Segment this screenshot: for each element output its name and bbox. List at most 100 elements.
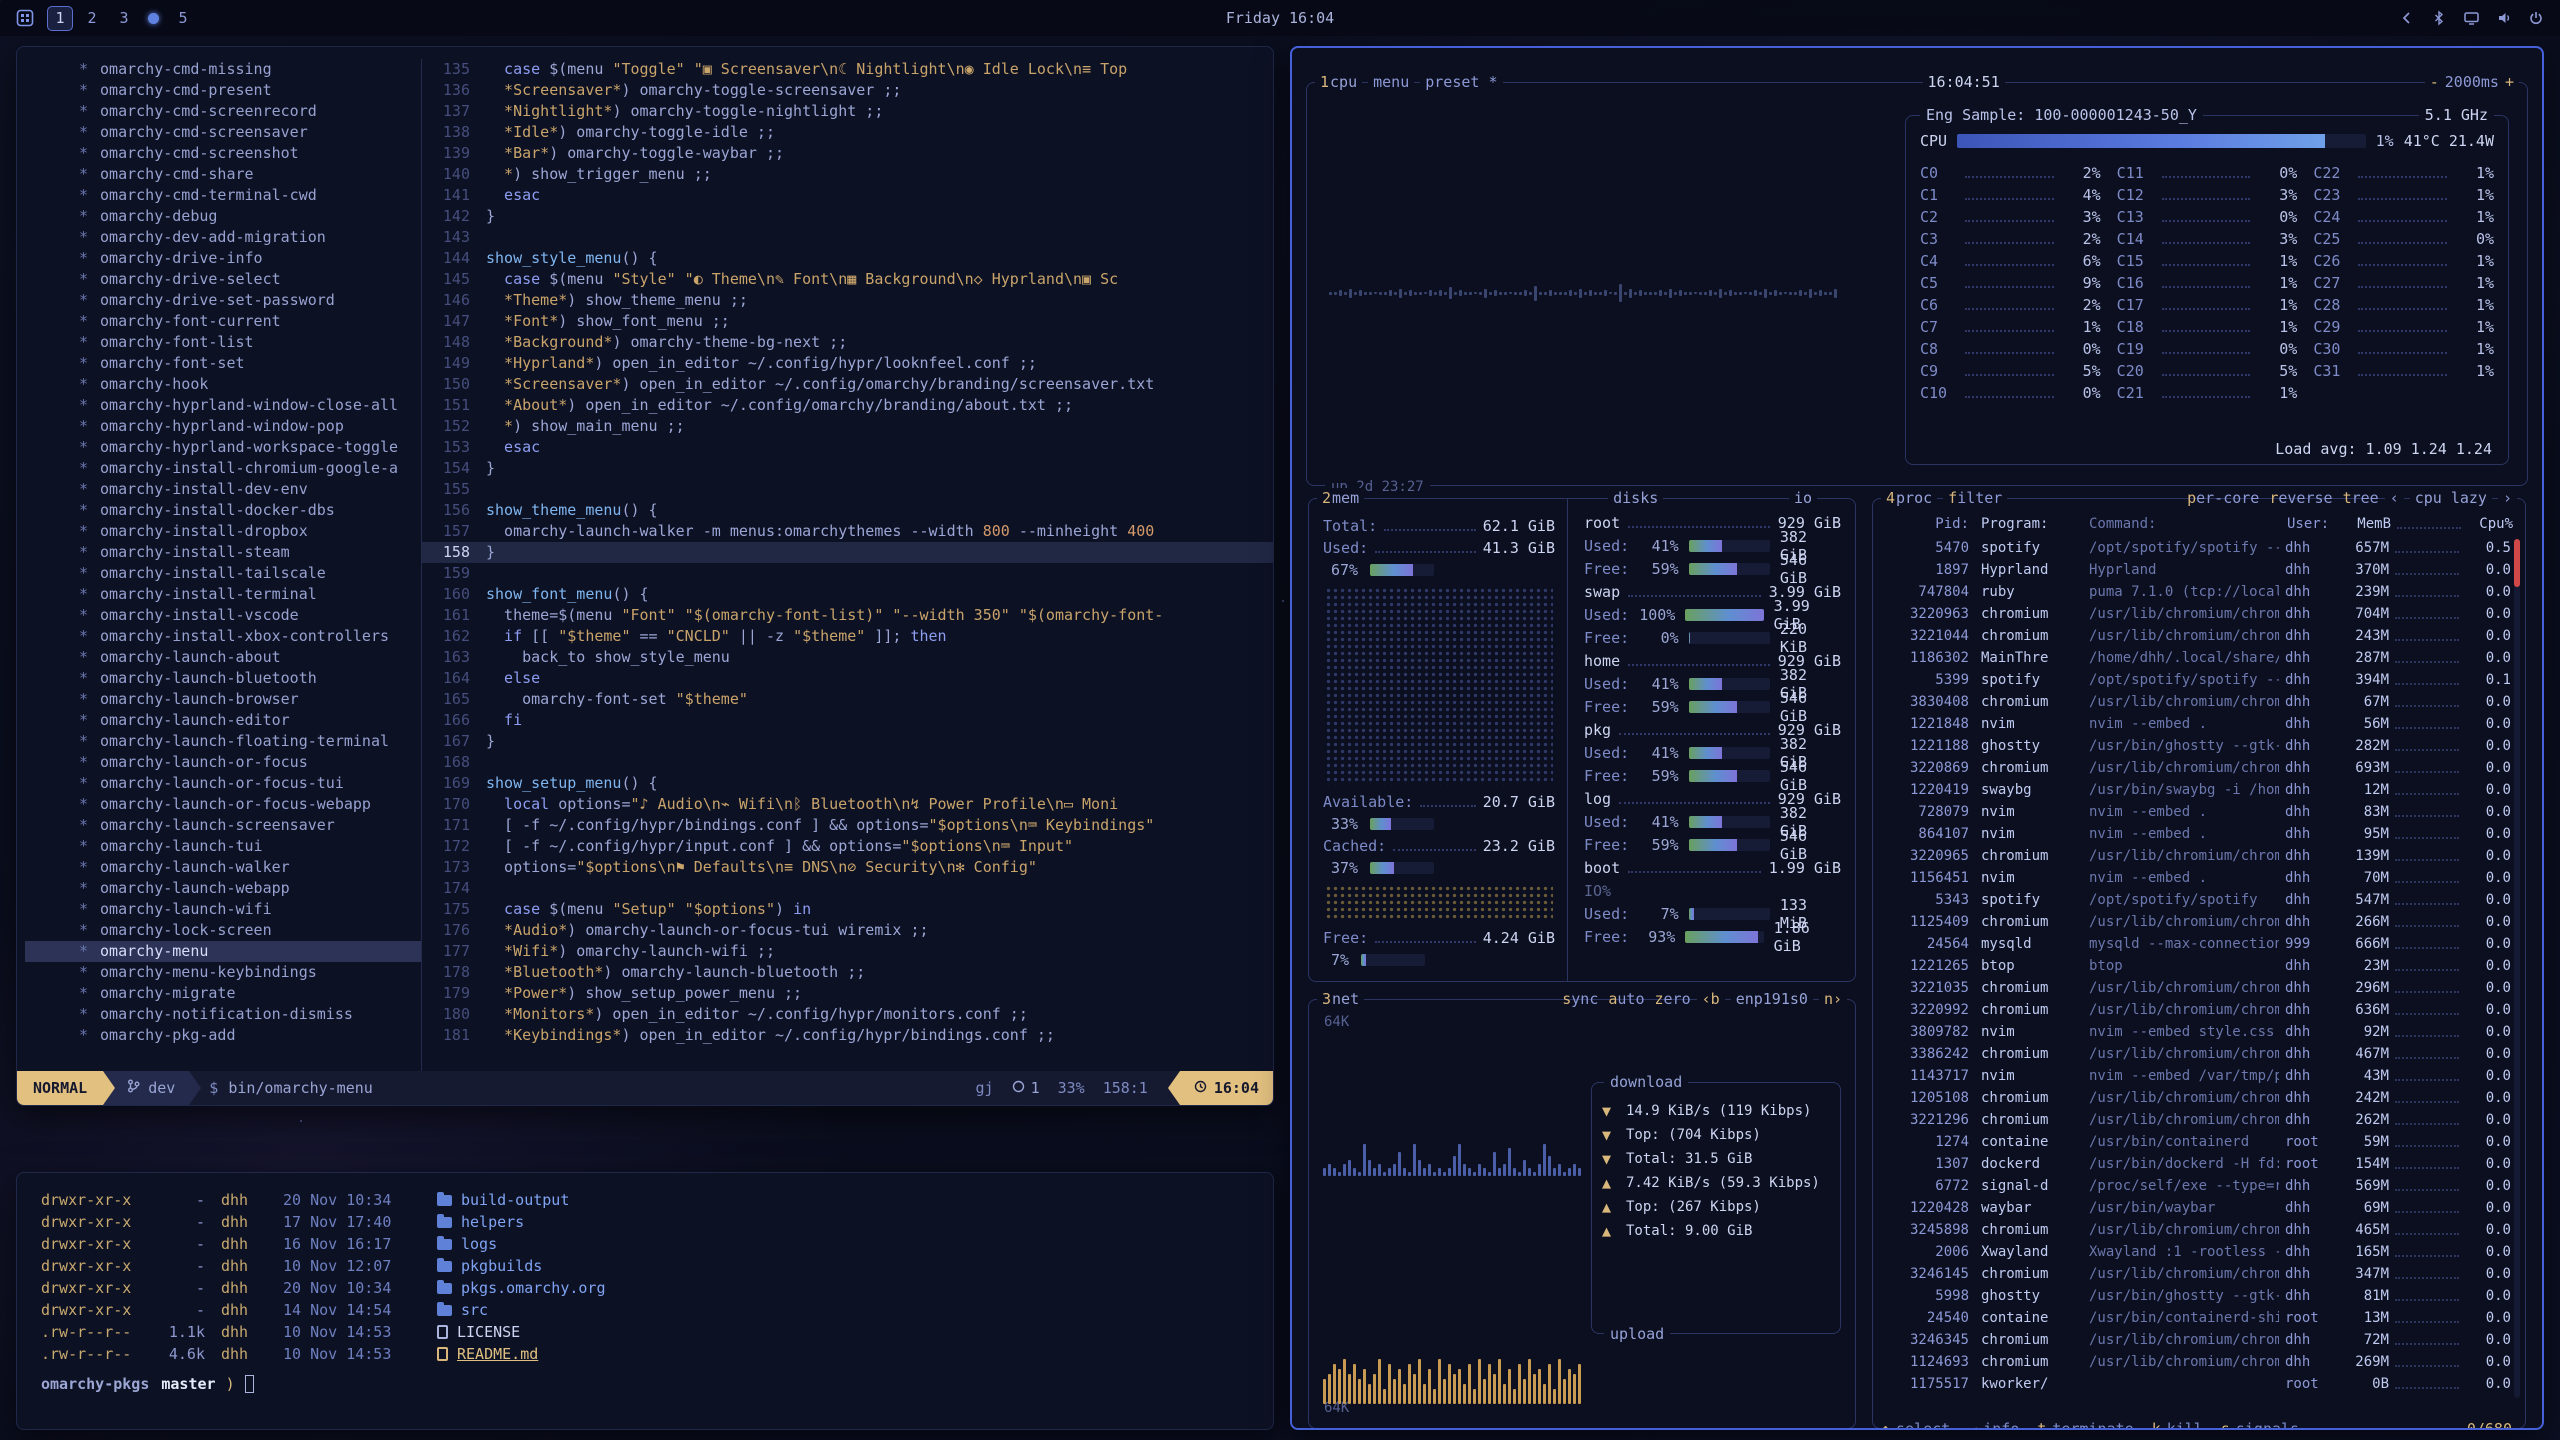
file-item[interactable]: *omarchy-menu-keybindings [79,962,421,983]
proc-option-reverse[interactable]: reverse [2269,488,2332,508]
code-line[interactable]: 157 omarchy-launch-walker -m menus:omarc… [422,521,1273,542]
code-line[interactable]: 147 *Font*) show_font_menu ;; [422,311,1273,332]
proc-header-program[interactable]: Program: [1969,516,2077,532]
file-item[interactable]: *omarchy-font-set [79,353,421,374]
code-line[interactable]: 180 *Monitors*) open_in_editor ~/.config… [422,1004,1273,1025]
process-row[interactable]: 3220965chromium/usr/lib/chromium/chromdh… [1885,845,2511,867]
file-item[interactable]: *omarchy-install-vscode [79,605,421,626]
process-row[interactable]: 3221296chromium/usr/lib/chromium/chromdh… [1885,1109,2511,1131]
code-line[interactable]: 175 case $(menu "Setup" "$options") in [422,899,1273,920]
code-line[interactable]: 174 [422,878,1273,899]
workspace-3[interactable]: 3 [111,6,137,31]
process-row[interactable]: 3830408chromium/usr/lib/chromium/chromdh… [1885,691,2511,713]
file-item[interactable]: *omarchy-menu [25,941,421,962]
file-item[interactable]: *omarchy-launch-browser [79,689,421,710]
iface-prev-button[interactable]: ‹b [1697,989,1725,1009]
code-line[interactable]: 137 *Nightlight*) omarchy-toggle-nightli… [422,101,1273,122]
net-box-title[interactable]: 3net [1317,989,1364,1009]
file-item[interactable]: *omarchy-cmd-present [79,80,421,101]
file-item[interactable]: *omarchy-cmd-terminal-cwd [79,185,421,206]
code-line[interactable]: 135 case $(menu "Toggle" "▣ Screensaver\… [422,59,1273,80]
code-line[interactable]: 136 *Screensaver*) omarchy-toggle-screen… [422,80,1273,101]
file-item[interactable]: *omarchy-cmd-screenrecord [79,101,421,122]
code-line[interactable]: 146 *Theme*) show_theme_menu ;; [422,290,1273,311]
process-row[interactable]: 5343spotify/opt/spotify/spotifydhh547M0.… [1885,889,2511,911]
code-line[interactable]: 168 [422,752,1273,773]
disks-title[interactable]: disks [1608,488,1663,508]
bluetooth-icon[interactable] [2431,10,2447,26]
file-item[interactable]: *omarchy-launch-tui [79,836,421,857]
file-item[interactable]: *omarchy-install-dropbox [79,521,421,542]
file-item[interactable]: *omarchy-drive-set-password [79,290,421,311]
process-row[interactable]: 1186302MainThre/home/dhh/.local/share/dh… [1885,647,2511,669]
file-item[interactable]: *omarchy-install-tailscale [79,563,421,584]
process-row[interactable]: 24564mysqldmysqld --max-connection999666… [1885,933,2511,955]
code-line[interactable]: 148 *Background*) omarchy-theme-bg-next … [422,332,1273,353]
code-line[interactable]: 150 *Screensaver*) open_in_editor ~/.con… [422,374,1273,395]
process-row[interactable]: 1897HyprlandHyprlanddhh370M0.0 [1885,559,2511,581]
workspace-1[interactable]: 1 [47,6,73,31]
sort-column[interactable]: cpu lazy [2410,488,2492,508]
clock[interactable]: Friday 16:04 [1226,9,1334,27]
code-line[interactable]: 139 *Bar*) omarchy-toggle-waybar ;; [422,143,1273,164]
filter-button[interactable]: filter [1943,488,2007,508]
btop-preset-button[interactable]: preset * [1420,72,1502,92]
process-row[interactable]: 3220869chromium/usr/lib/chromium/chromdh… [1885,757,2511,779]
process-row[interactable]: 3809782nvimnvim --embed style.cssdhh92M0… [1885,1021,2511,1043]
power-icon[interactable] [2528,10,2544,26]
process-row[interactable]: 24540containe/usr/bin/containerd-shiroot… [1885,1307,2511,1329]
code-line[interactable]: 152 *) show_main_menu ;; [422,416,1273,437]
code-line[interactable]: 171 [ -f ~/.config/hypr/bindings.conf ] … [422,815,1273,836]
file-item[interactable]: *omarchy-drive-select [79,269,421,290]
file-item[interactable]: *omarchy-hyprland-window-close-all [79,395,421,416]
process-row[interactable]: 747804rubypuma 7.1.0 (tcp://localdhh239M… [1885,581,2511,603]
sort-next-button[interactable]: › [2498,488,2517,508]
process-row[interactable]: 5399spotify/opt/spotify/spotify --dhh394… [1885,669,2511,691]
process-row[interactable]: 1124693chromium/usr/lib/chromium/chromdh… [1885,1351,2511,1373]
code-line[interactable]: 165 omarchy-font-set "$theme" [422,689,1273,710]
workspace-2[interactable]: 2 [79,6,105,31]
code-line[interactable]: 159 [422,563,1273,584]
proc-header-cpu%[interactable]: Cpu% [2467,516,2513,532]
process-row[interactable]: 3246345chromium/usr/lib/chromium/chromdh… [1885,1329,2511,1351]
proc-action-select[interactable]: ↕select [1881,1419,1950,1430]
file-item[interactable]: *omarchy-install-chromium-google-a [79,458,421,479]
scrollbar-thumb[interactable] [2514,539,2520,587]
code-line[interactable]: 160show_font_menu() { [422,584,1273,605]
code-line[interactable]: 170 local options="♪ Audio\n⌁ Wifi\nᛒ Bl… [422,794,1273,815]
process-row[interactable]: 5998ghostty/usr/bin/ghostty --gtk-dhh81M… [1885,1285,2511,1307]
proc-action-kill[interactable]: kkill [2152,1419,2203,1430]
process-row[interactable]: 3221044chromium/usr/lib/chromium/chromdh… [1885,625,2511,647]
file-item[interactable]: *omarchy-lock-screen [79,920,421,941]
code-line[interactable]: 156show_theme_menu() { [422,500,1273,521]
file-item[interactable]: *omarchy-launch-floating-terminal [79,731,421,752]
code-line[interactable]: 163 back_to show_style_menu [422,647,1273,668]
code-line[interactable]: 140 *) show_trigger_menu ;; [422,164,1273,185]
code-line[interactable]: 181 *Keybindings*) open_in_editor ~/.con… [422,1025,1273,1046]
proc-action-terminate[interactable]: tterminate [2037,1419,2133,1430]
file-item[interactable]: *omarchy-launch-or-focus-tui [79,773,421,794]
net-toggle-auto[interactable]: auto [1608,989,1644,1009]
volume-icon[interactable] [2496,10,2512,26]
process-row[interactable]: 3386242chromium/usr/lib/chromium/chromdh… [1885,1043,2511,1065]
refresh-rate-control[interactable]: -2000ms+ [2425,72,2519,92]
process-row[interactable]: 1125409chromium/usr/lib/chromium/chromdh… [1885,911,2511,933]
file-item[interactable]: *omarchy-cmd-screenshot [79,143,421,164]
file-item[interactable]: *omarchy-launch-walker [79,857,421,878]
process-row[interactable]: 1156451nvimnvim --embed .dhh70M0.0 [1885,867,2511,889]
proc-header-command[interactable]: Command: [2077,516,2281,532]
code-line[interactable]: 141 esac [422,185,1273,206]
process-row[interactable]: 728079nvimnvim --embed .dhh83M0.0 [1885,801,2511,823]
proc-option-tree[interactable]: tree [2343,488,2379,508]
workspace-5[interactable]: 5 [170,6,196,31]
process-row[interactable]: 3245898chromium/usr/lib/chromium/chromdh… [1885,1219,2511,1241]
file-item[interactable]: *omarchy-launch-about [79,647,421,668]
file-item[interactable]: *omarchy-notification-dismiss [79,1004,421,1025]
code-line[interactable]: 162 if [[ "$theme" == "CNCLD" || -z "$th… [422,626,1273,647]
file-item[interactable]: *omarchy-cmd-missing [79,59,421,80]
process-row[interactable]: 6772signal-d/proc/self/exe --type=rdhh56… [1885,1175,2511,1197]
code-line[interactable]: 149 *Hyprland*) open_in_editor ~/.config… [422,353,1273,374]
proc-header-pid[interactable]: Pid: [1885,516,1969,532]
code-line[interactable]: 166 fi [422,710,1273,731]
code-line[interactable]: 154} [422,458,1273,479]
